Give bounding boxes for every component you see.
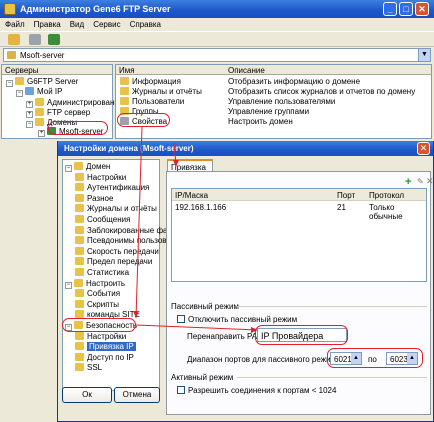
- arrow-head: [173, 160, 179, 167]
- arrow-line: [135, 126, 143, 319]
- arrow-line: [135, 324, 258, 331]
- annotation-arrows: [133, 126, 258, 333]
- arrow-head: [133, 311, 139, 318]
- arrow-head: [251, 327, 258, 333]
